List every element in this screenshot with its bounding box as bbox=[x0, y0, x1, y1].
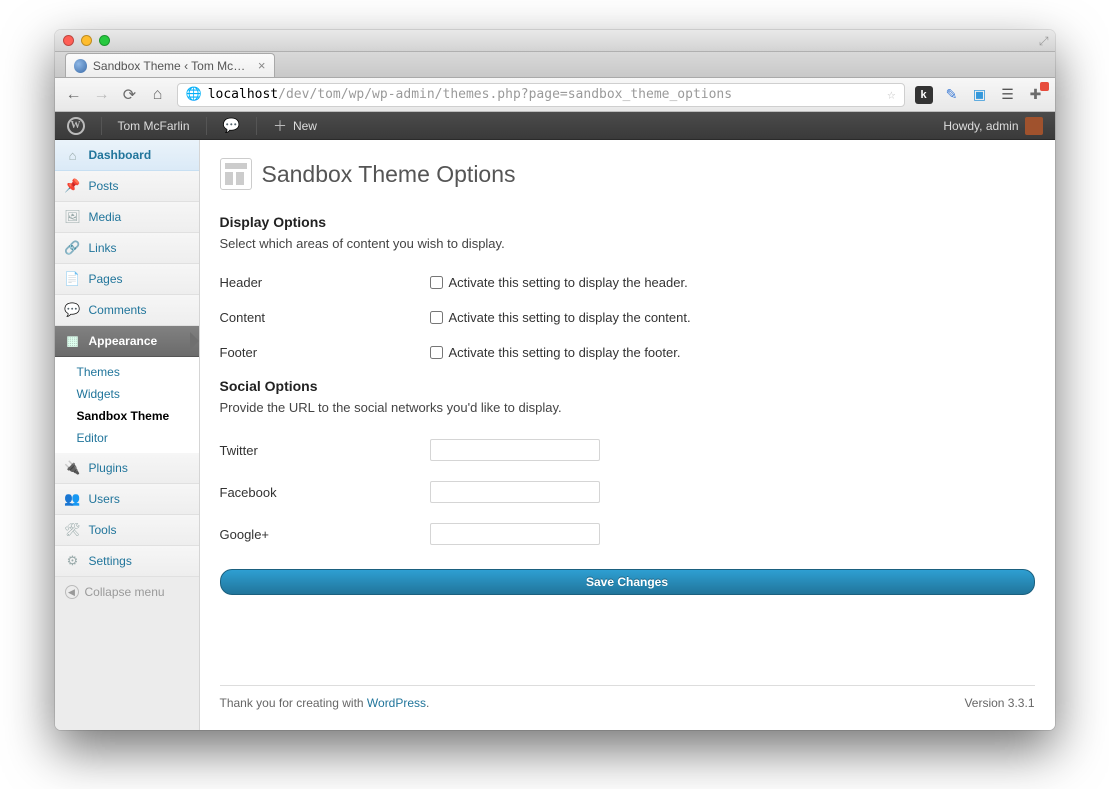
sidebar-item-posts[interactable]: 📌Posts bbox=[55, 171, 199, 202]
main-content: Sandbox Theme Options Display Options Se… bbox=[200, 140, 1055, 730]
admin-footer: Thank you for creating with WordPress. V… bbox=[220, 685, 1035, 710]
wordpress-logo-icon bbox=[67, 117, 85, 135]
browser-tabstrip: Sandbox Theme ‹ Tom McFa… × bbox=[55, 52, 1055, 78]
sidebar-item-plugins[interactable]: 🔌Plugins bbox=[55, 453, 199, 484]
sidebar-item-users[interactable]: 👥Users bbox=[55, 484, 199, 515]
row-twitter: Twitter bbox=[220, 429, 1035, 471]
window-titlebar: ⤢ bbox=[55, 30, 1055, 52]
extension-adblock-icon[interactable]: ✚ bbox=[1027, 86, 1045, 104]
sidebar-item-appearance[interactable]: ▦Appearance bbox=[55, 326, 199, 357]
url-host: localhost bbox=[208, 87, 278, 102]
row-footer: Footer Activate this setting to display … bbox=[220, 335, 1035, 370]
avatar bbox=[1025, 117, 1043, 135]
sidebar-item-dashboard[interactable]: ⌂Dashboard bbox=[55, 140, 199, 171]
extension-k-icon[interactable]: k bbox=[915, 86, 933, 104]
forward-button: → bbox=[93, 86, 111, 104]
checkbox-content-label[interactable]: Activate this setting to display the con… bbox=[430, 310, 1025, 325]
display-options-heading: Display Options bbox=[220, 214, 1035, 230]
row-facebook: Facebook bbox=[220, 471, 1035, 513]
label-google: Google+ bbox=[220, 513, 430, 555]
plugin-icon: 🔌 bbox=[65, 460, 81, 476]
label-facebook: Facebook bbox=[220, 471, 430, 513]
social-options-table: Twitter Facebook Google+ bbox=[220, 429, 1035, 555]
url-path: /dev/tom/wp/wp-admin/themes.php?page=san… bbox=[278, 87, 732, 102]
dashboard-icon: ⌂ bbox=[65, 147, 81, 163]
wp-admin-bar: Tom McFarlin 💬 ＋New Howdy, admin bbox=[55, 112, 1055, 140]
settings-icon: ⚙ bbox=[65, 553, 81, 569]
submenu-themes[interactable]: Themes bbox=[55, 361, 199, 383]
label-footer: Footer bbox=[220, 335, 430, 370]
footer-thanks: Thank you for creating with WordPress. bbox=[220, 696, 430, 710]
page-icon: 📄 bbox=[65, 271, 81, 287]
home-button[interactable]: ⌂ bbox=[149, 86, 167, 104]
row-content: Content Activate this setting to display… bbox=[220, 300, 1035, 335]
checkbox-footer[interactable] bbox=[430, 346, 443, 359]
submenu-editor[interactable]: Editor bbox=[55, 427, 199, 449]
sidebar-item-pages[interactable]: 📄Pages bbox=[55, 264, 199, 295]
footer-version: Version 3.3.1 bbox=[964, 696, 1034, 710]
sidebar-item-comments[interactable]: 💬Comments bbox=[55, 295, 199, 326]
collapse-menu[interactable]: ◀Collapse menu bbox=[55, 577, 199, 607]
new-content-menu[interactable]: ＋New bbox=[273, 116, 317, 136]
back-button[interactable]: ← bbox=[65, 86, 83, 104]
collapse-icon: ◀ bbox=[65, 585, 79, 599]
checkbox-content[interactable] bbox=[430, 311, 443, 324]
sidebar-item-tools[interactable]: 🛠Tools bbox=[55, 515, 199, 546]
display-options-table: Header Activate this setting to display … bbox=[220, 265, 1035, 370]
browser-toolbar: ← → ⟳ ⌂ 🌐 localhost /dev/tom/wp/wp-admin… bbox=[55, 78, 1055, 112]
reload-button[interactable]: ⟳ bbox=[121, 85, 139, 105]
row-google: Google+ bbox=[220, 513, 1035, 555]
input-facebook[interactable] bbox=[430, 481, 600, 503]
sidebar-item-links[interactable]: 🔗Links bbox=[55, 233, 199, 264]
input-google[interactable] bbox=[430, 523, 600, 545]
site-name-link[interactable]: Tom McFarlin bbox=[118, 119, 190, 133]
page-title: Sandbox Theme Options bbox=[220, 158, 1035, 190]
howdy-text: Howdy, admin bbox=[943, 119, 1018, 133]
users-icon: 👥 bbox=[65, 491, 81, 507]
display-options-desc: Select which areas of content you wish t… bbox=[220, 236, 1035, 251]
appearance-submenu: Themes Widgets Sandbox Theme Editor bbox=[55, 357, 199, 453]
address-bar[interactable]: 🌐 localhost /dev/tom/wp/wp-admin/themes.… bbox=[177, 83, 905, 107]
link-icon: 🔗 bbox=[65, 240, 81, 256]
sidebar-item-settings[interactable]: ⚙Settings bbox=[55, 546, 199, 577]
pin-icon: 📌 bbox=[65, 178, 81, 194]
extension-eyedropper-icon[interactable]: ✎ bbox=[943, 86, 961, 104]
tab-title: Sandbox Theme ‹ Tom McFa… bbox=[93, 59, 252, 73]
checkbox-header-label[interactable]: Activate this setting to display the hea… bbox=[430, 275, 1025, 290]
admin-sidebar: ⌂Dashboard 📌Posts 🖼Media 🔗Links 📄Pages 💬… bbox=[55, 140, 200, 730]
close-tab-icon[interactable]: × bbox=[258, 59, 266, 72]
comment-icon: 💬 bbox=[65, 302, 81, 318]
browser-tab[interactable]: Sandbox Theme ‹ Tom McFa… × bbox=[65, 53, 275, 77]
extension-stack-icon[interactable]: ☰ bbox=[999, 86, 1017, 104]
label-twitter: Twitter bbox=[220, 429, 430, 471]
appearance-icon: ▦ bbox=[65, 333, 81, 349]
social-options-desc: Provide the URL to the social networks y… bbox=[220, 400, 1035, 415]
close-window-icon[interactable] bbox=[63, 35, 74, 46]
wordpress-link[interactable]: WordPress bbox=[367, 696, 426, 710]
row-header: Header Activate this setting to display … bbox=[220, 265, 1035, 300]
globe-icon: 🌐 bbox=[186, 87, 202, 102]
checkbox-footer-label[interactable]: Activate this setting to display the foo… bbox=[430, 345, 1025, 360]
bookmark-star-icon[interactable]: ☆ bbox=[887, 87, 895, 103]
sidebar-item-media[interactable]: 🖼Media bbox=[55, 202, 199, 233]
checkbox-header[interactable] bbox=[430, 276, 443, 289]
zoom-window-icon[interactable] bbox=[99, 35, 110, 46]
submenu-sandbox-theme[interactable]: Sandbox Theme bbox=[55, 405, 199, 427]
submenu-widgets[interactable]: Widgets bbox=[55, 383, 199, 405]
extension-image-icon[interactable]: ▣ bbox=[971, 86, 989, 104]
label-content: Content bbox=[220, 300, 430, 335]
tools-icon: 🛠 bbox=[65, 522, 81, 538]
comments-bubble-icon[interactable]: 💬 bbox=[223, 117, 240, 134]
favicon-icon bbox=[74, 59, 87, 73]
account-menu[interactable]: Howdy, admin bbox=[943, 117, 1042, 135]
theme-options-icon bbox=[220, 158, 252, 190]
minimize-window-icon[interactable] bbox=[81, 35, 92, 46]
save-changes-button[interactable]: Save Changes bbox=[220, 569, 1035, 595]
input-twitter[interactable] bbox=[430, 439, 600, 461]
social-options-heading: Social Options bbox=[220, 378, 1035, 394]
wp-logo-menu[interactable] bbox=[67, 117, 85, 135]
media-icon: 🖼 bbox=[65, 209, 81, 225]
fullscreen-icon[interactable]: ⤢ bbox=[1039, 34, 1049, 49]
label-header: Header bbox=[220, 265, 430, 300]
